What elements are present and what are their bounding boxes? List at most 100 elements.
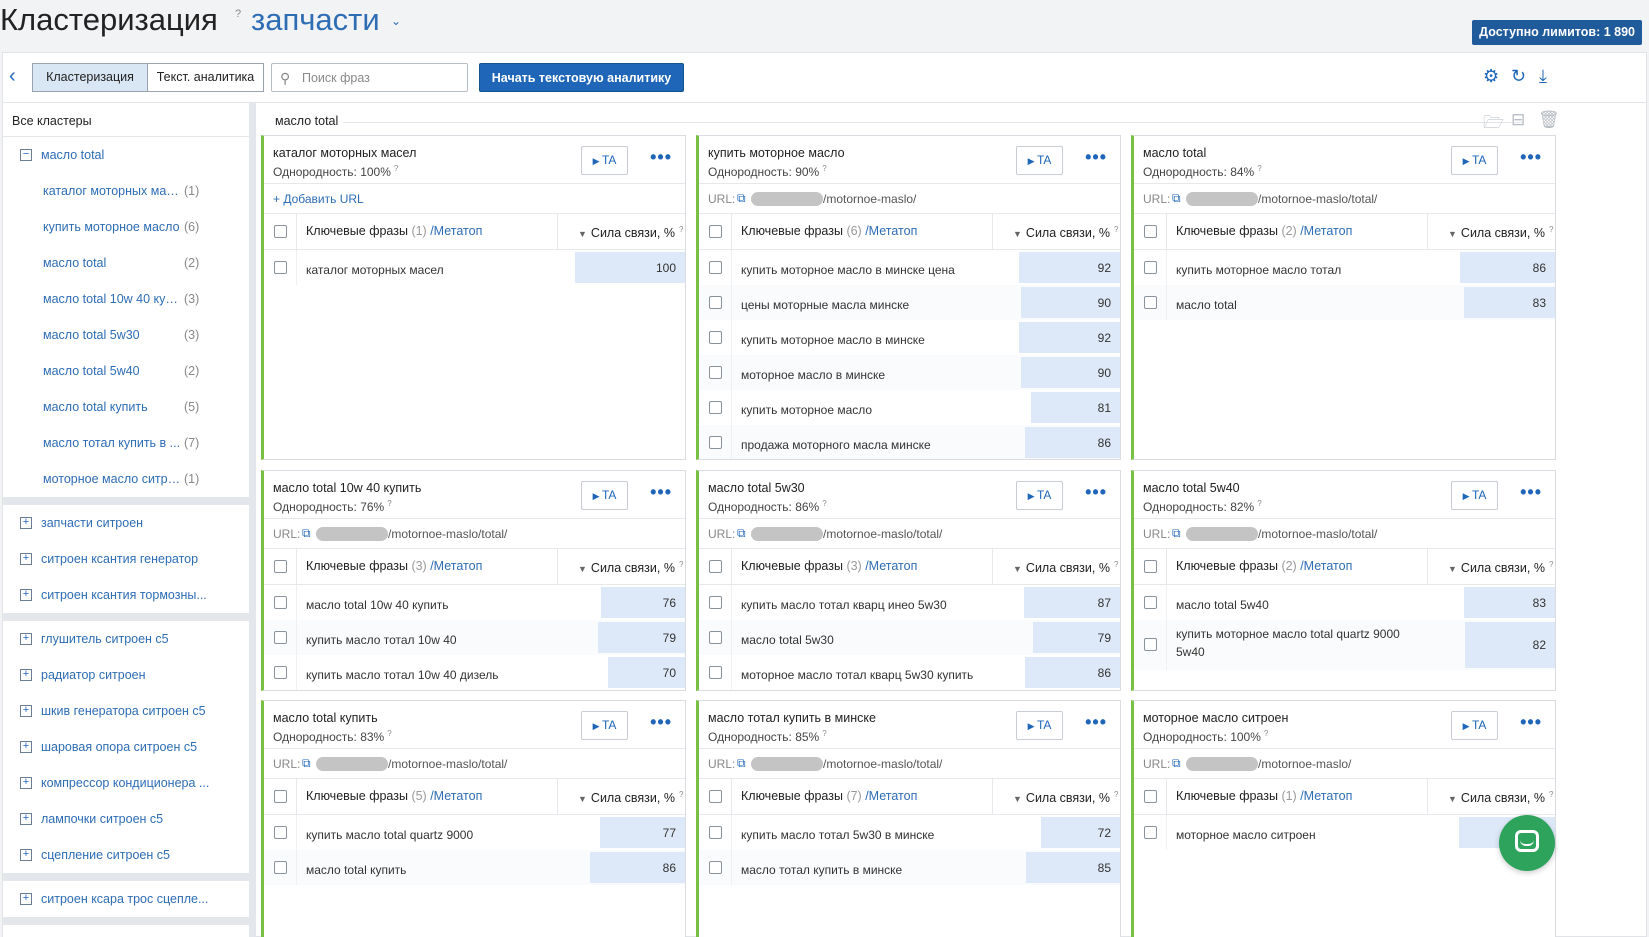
tab-clustering[interactable]: Кластеризация xyxy=(33,64,148,91)
expand-toggle-icon[interactable]: + xyxy=(20,553,32,565)
expand-toggle-icon[interactable]: + xyxy=(20,517,32,529)
cluster-item[interactable]: + глушитель ситроен с5 xyxy=(3,621,249,657)
row-checkbox[interactable] xyxy=(1144,826,1157,839)
sidebar-subcluster-item[interactable]: масло total 10w 40 куп... (3) xyxy=(3,281,249,317)
row-checkbox[interactable] xyxy=(709,631,722,644)
external-link-icon[interactable]: ⧉ xyxy=(1172,756,1181,771)
keywords-header[interactable]: Ключевые фразы (7) /Метатоп xyxy=(741,789,917,803)
project-selector[interactable]: запчасти xyxy=(251,0,380,40)
strength-header[interactable]: ▼ Сила связи, %? xyxy=(1013,225,1118,240)
ta-button[interactable]: ▶ TA xyxy=(1451,146,1498,175)
sidebar-subcluster-item[interactable]: масло total (2) xyxy=(3,245,249,281)
title-help-icon[interactable]: ? xyxy=(235,8,241,20)
help-icon[interactable]: ? xyxy=(387,729,391,738)
cluster-item[interactable]: + ситроен ксантия тормозны... xyxy=(3,577,249,613)
row-checkbox[interactable] xyxy=(274,596,287,609)
help-icon[interactable]: ? xyxy=(387,499,391,508)
keywords-header[interactable]: Ключевые фразы (6) /Метатоп xyxy=(741,224,917,238)
more-icon[interactable]: ••• xyxy=(1085,147,1107,168)
row-checkbox[interactable] xyxy=(1144,638,1157,651)
download-icon[interactable]: ⤓ xyxy=(1539,65,1547,87)
start-text-analytics-button[interactable]: Начать текстовую аналитику xyxy=(479,63,684,92)
cluster-item[interactable]: + шаровая опора ситроен с5 xyxy=(3,729,249,765)
ta-button[interactable]: ▶ TA xyxy=(1016,711,1063,740)
gear-icon[interactable]: ⚙ xyxy=(1483,65,1499,87)
expand-toggle-icon[interactable]: + xyxy=(20,849,32,861)
all-clusters-header[interactable]: Все кластеры xyxy=(3,103,249,137)
external-link-icon[interactable]: ⧉ xyxy=(737,191,746,206)
help-icon[interactable]: ? xyxy=(679,790,683,799)
external-link-icon[interactable]: ⧉ xyxy=(302,526,311,541)
help-icon[interactable]: ? xyxy=(822,729,826,738)
row-checkbox[interactable] xyxy=(709,296,722,309)
row-checkbox[interactable] xyxy=(274,261,287,274)
row-checkbox[interactable] xyxy=(1144,261,1157,274)
sidebar-subcluster-item[interactable]: масло total 5w30 (3) xyxy=(3,317,249,353)
chevron-down-icon[interactable]: ⌄ xyxy=(391,14,401,28)
row-checkbox[interactable] xyxy=(274,666,287,679)
url-path[interactable]: /motornoe-maslo/total/ xyxy=(1258,527,1377,541)
keywords-header[interactable]: Ключевые фразы (2) /Метатоп xyxy=(1176,559,1352,573)
expand-toggle-icon[interactable]: + xyxy=(20,741,32,753)
expand-toggle-icon[interactable]: + xyxy=(20,813,32,825)
refresh-icon[interactable]: ↻ xyxy=(1511,65,1526,87)
metatop-link[interactable]: /Метатоп xyxy=(430,559,482,573)
url-path[interactable]: /motornoe-maslo/total/ xyxy=(388,757,507,771)
row-checkbox[interactable] xyxy=(1144,296,1157,309)
expand-toggle-icon[interactable]: + xyxy=(20,893,32,905)
expand-toggle-icon[interactable]: + xyxy=(20,777,32,789)
row-checkbox[interactable] xyxy=(274,826,287,839)
external-link-icon[interactable]: ⧉ xyxy=(302,756,311,771)
keywords-header[interactable]: Ключевые фразы (3) /Метатоп xyxy=(741,559,917,573)
help-icon[interactable]: ? xyxy=(1114,790,1118,799)
strength-header[interactable]: ▼ Сила связи, %? xyxy=(1013,560,1118,575)
help-icon[interactable]: ? xyxy=(394,164,398,173)
metatop-link[interactable]: /Метатоп xyxy=(1300,559,1352,573)
cluster-item[interactable]: + ситроен ксантия генератор xyxy=(3,541,249,577)
row-checkbox[interactable] xyxy=(709,401,722,414)
help-icon[interactable]: ? xyxy=(1257,499,1261,508)
sidebar-subcluster-item[interactable]: масло total купить (5) xyxy=(3,389,249,425)
help-icon[interactable]: ? xyxy=(679,225,683,234)
search-input[interactable] xyxy=(302,69,462,87)
metatop-link[interactable]: /Метатоп xyxy=(865,789,917,803)
ta-button[interactable]: ▶ TA xyxy=(581,481,628,510)
strength-header[interactable]: ▼ Сила связи, %? xyxy=(578,790,683,805)
url-path[interactable]: /motornoe-maslo/total/ xyxy=(823,757,942,771)
sidebar-subcluster-item[interactable]: масло total 5w40 (2) xyxy=(3,353,249,389)
cluster-item[interactable]: − масло total xyxy=(3,137,249,173)
select-all-checkbox[interactable] xyxy=(709,225,722,238)
chat-widget-button[interactable] xyxy=(1499,815,1555,871)
cluster-item[interactable]: + радиатор ситроен xyxy=(3,657,249,693)
help-icon[interactable]: ? xyxy=(1549,560,1553,569)
more-icon[interactable]: ••• xyxy=(1085,482,1107,503)
ta-button[interactable]: ▶ TA xyxy=(1451,711,1498,740)
row-checkbox[interactable] xyxy=(274,861,287,874)
help-icon[interactable]: ? xyxy=(679,560,683,569)
select-all-checkbox[interactable] xyxy=(274,790,287,803)
back-icon[interactable]: ‹ xyxy=(9,65,16,87)
sidebar-subcluster-item[interactable]: масло тотал купить в ... (7) xyxy=(3,425,249,461)
external-link-icon[interactable]: ⧉ xyxy=(1172,526,1181,541)
metatop-link[interactable]: /Метатоп xyxy=(865,559,917,573)
keywords-header[interactable]: Ключевые фразы (5) /Метатоп xyxy=(306,789,482,803)
more-icon[interactable]: ••• xyxy=(1520,712,1542,733)
strength-header[interactable]: ▼ Сила связи, %? xyxy=(578,560,683,575)
cluster-item[interactable]: + лампочки ситроен с5 xyxy=(3,801,249,837)
select-all-checkbox[interactable] xyxy=(274,225,287,238)
cluster-item[interactable]: + ситроен ксара трос сцепле... xyxy=(3,881,249,917)
metatop-link[interactable]: /Метатоп xyxy=(430,789,482,803)
keywords-header[interactable]: Ключевые фразы (1) /Метатоп xyxy=(1176,789,1352,803)
expand-toggle-icon[interactable]: + xyxy=(20,589,32,601)
url-path[interactable]: /motornoe-maslo/total/ xyxy=(1258,192,1377,206)
cluster-item[interactable]: + компрессор кондиционера ... xyxy=(3,765,249,801)
sidebar-subcluster-item[interactable]: каталог моторных мас... (1) xyxy=(3,173,249,209)
more-icon[interactable]: ••• xyxy=(650,712,672,733)
sidebar-subcluster-item[interactable]: купить моторное масло (6) xyxy=(3,209,249,245)
collapse-toggle-icon[interactable]: − xyxy=(20,149,32,161)
row-checkbox[interactable] xyxy=(709,596,722,609)
strength-header[interactable]: ▼ Сила связи, %? xyxy=(1013,790,1118,805)
help-icon[interactable]: ? xyxy=(1549,225,1553,234)
row-checkbox[interactable] xyxy=(709,861,722,874)
select-all-checkbox[interactable] xyxy=(274,560,287,573)
